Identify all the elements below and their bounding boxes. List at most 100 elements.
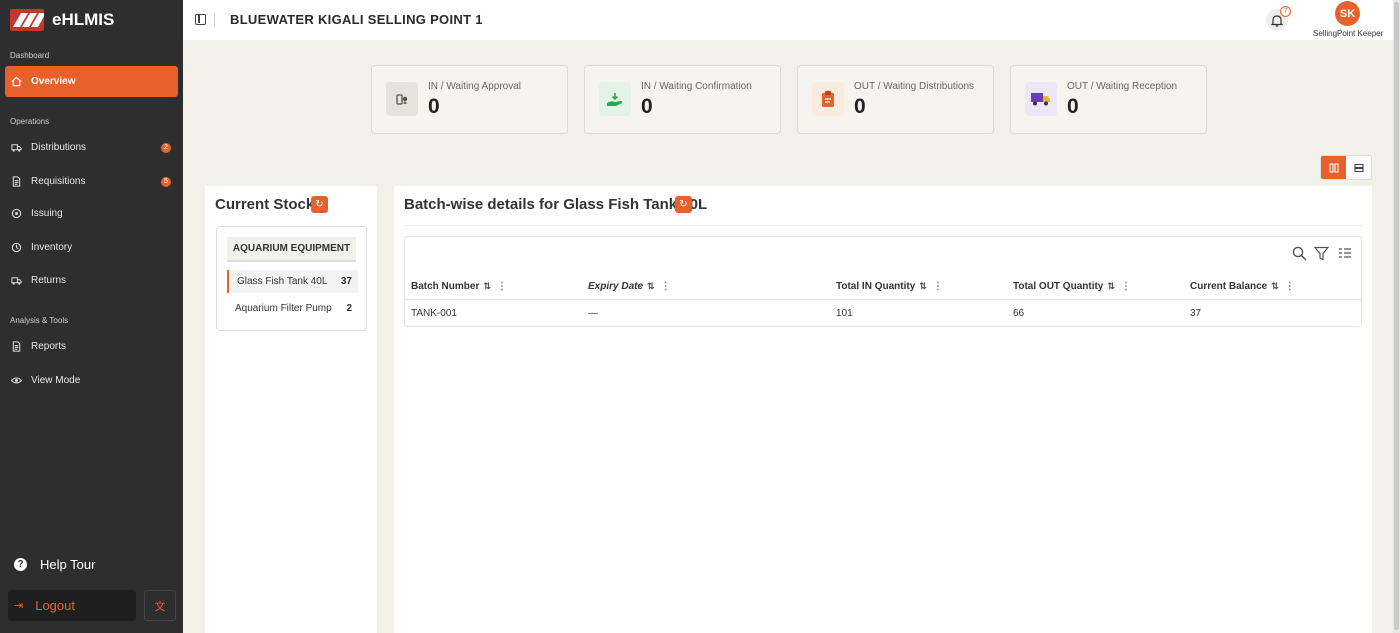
home-icon	[10, 75, 23, 88]
help-tour-button[interactable]: ? Help Tour	[14, 557, 95, 572]
sidebar-item-overview[interactable]: Overview	[5, 66, 178, 97]
sidebar-item-requisitions[interactable]: Requisitions 5	[5, 166, 178, 197]
stock-item-qty: 37	[340, 276, 352, 287]
current-stock-title: Current Stock	[215, 196, 315, 213]
batch-details-title: Batch-wise details for Glass Fish Tank 4…	[404, 196, 708, 213]
sidebar-toggle-icon[interactable]	[195, 14, 206, 25]
rows-view-button[interactable]	[1346, 156, 1371, 179]
approval-icon	[386, 82, 418, 116]
stat-value: 0	[1067, 95, 1079, 118]
sidebar-item-label: Inventory	[31, 242, 73, 253]
column-header-total-out[interactable]: Total OUT Quantity ⇅ ⋮	[1013, 281, 1131, 292]
eye-icon	[10, 374, 23, 387]
cell-current-balance: 37	[1190, 308, 1202, 319]
logo-mark-icon	[10, 9, 44, 31]
sidebar: eHLMIS Dashboard Overview Operations Dis…	[0, 0, 183, 633]
stock-item[interactable]: Aquarium Filter Pump 2	[227, 297, 358, 320]
page-scrollbar[interactable]	[1393, 0, 1400, 633]
help-icon: ?	[14, 558, 27, 571]
inventory-icon	[10, 241, 23, 254]
stat-label: IN / Waiting Approval	[428, 81, 522, 92]
category-tab-aquarium-equipment[interactable]: AQUARIUM EQUIPMENT	[227, 237, 356, 262]
section-label-analysis: Analysis & Tools	[10, 316, 69, 325]
sidebar-item-label: Requisitions	[31, 176, 86, 187]
sort-icon: ⇅	[919, 281, 927, 291]
stock-item-name: Glass Fish Tank 40L	[237, 276, 328, 287]
sidebar-item-label: Reports	[31, 341, 67, 352]
panel-divider	[404, 225, 1362, 226]
delivery-truck-icon	[1025, 82, 1057, 116]
column-header-batch-number[interactable]: Batch Number ⇅ ⋮	[411, 281, 507, 292]
stock-refresh-button[interactable]: ↻	[311, 196, 328, 213]
distributions-badge: 2	[161, 142, 171, 153]
section-label-operations: Operations	[10, 117, 50, 126]
sidebar-item-returns[interactable]: Returns	[5, 265, 178, 296]
stat-card-out-distributions[interactable]: OUT / Waiting Distributions 0	[797, 65, 994, 134]
sort-icon: ⇅	[1107, 281, 1115, 291]
sidebar-item-label: Distributions	[31, 142, 87, 153]
table-header-row: Batch Number ⇅ ⋮ Expiry Date ⇅ ⋮ Total IN Qu…	[405, 274, 1361, 300]
column-menu-icon: ⋮	[932, 281, 943, 292]
stock-item-qty: 2	[346, 303, 352, 314]
sidebar-item-reports[interactable]: Reports	[5, 331, 178, 362]
sidebar-item-label: Overview	[31, 76, 76, 87]
stat-card-in-confirmation[interactable]: IN / Waiting Confirmation 0	[584, 65, 781, 134]
stat-card-in-approval[interactable]: IN / Waiting Approval 0	[371, 65, 568, 134]
refresh-icon: ↻	[315, 199, 324, 210]
sidebar-item-label: Issuing	[31, 208, 63, 219]
rows-icon	[1353, 163, 1364, 172]
refresh-icon: ↻	[679, 199, 688, 210]
app-logo[interactable]: eHLMIS	[10, 9, 114, 31]
requisitions-badge: 5	[161, 176, 171, 187]
app-name: eHLMIS	[52, 10, 115, 29]
header-divider	[214, 13, 215, 27]
reports-icon	[10, 340, 23, 353]
column-header-current-balance[interactable]: Current Balance ⇅ ⋮	[1190, 281, 1295, 292]
sort-icon: ⇅	[483, 281, 491, 291]
document-icon	[10, 175, 23, 188]
column-menu-icon: ⋮	[1120, 281, 1131, 292]
cell-batch-number: TANK-001	[411, 308, 457, 319]
sidebar-item-inventory[interactable]: Inventory	[5, 232, 178, 263]
column-header-expiry-date[interactable]: Expiry Date ⇅ ⋮	[588, 281, 671, 292]
table-row[interactable]: TANK-001 — 101 66 37	[405, 301, 1361, 326]
avatar[interactable]: SK	[1335, 1, 1360, 26]
filter-icon[interactable]	[1313, 245, 1329, 261]
logout-icon: ⇥	[14, 600, 24, 612]
columns-view-button[interactable]	[1321, 156, 1346, 179]
sort-icon: ⇅	[647, 281, 655, 291]
issue-icon	[10, 207, 23, 220]
stat-card-out-reception[interactable]: OUT / Waiting Reception 0	[1010, 65, 1207, 134]
columns-icon	[1328, 162, 1339, 173]
logout-label: Logout	[35, 598, 75, 613]
batch-refresh-button[interactable]: ↻	[675, 196, 692, 213]
stat-value: 0	[641, 95, 653, 118]
notifications-badge: 7	[1280, 6, 1291, 17]
stat-value: 0	[428, 95, 440, 118]
column-menu-icon: ⋮	[660, 281, 671, 292]
column-menu-icon: ⋮	[1284, 281, 1295, 292]
column-header-total-in[interactable]: Total IN Quantity ⇅ ⋮	[836, 281, 943, 292]
user-role: SellingPoint Keeper	[1313, 29, 1384, 38]
logout-button[interactable]: ⇥ Logout	[8, 590, 136, 621]
column-menu-icon: ⋮	[496, 281, 507, 292]
truck-icon	[10, 141, 23, 154]
search-icon[interactable]	[1291, 245, 1307, 261]
view-toggle	[1320, 155, 1372, 180]
stock-item[interactable]: Glass Fish Tank 40L 37	[227, 270, 358, 293]
stock-item-name: Aquarium Filter Pump	[235, 303, 332, 314]
confirm-hand-icon	[599, 82, 631, 116]
sidebar-item-distributions[interactable]: Distributions 2	[5, 132, 178, 163]
sidebar-item-view-mode[interactable]: View Mode	[5, 365, 178, 396]
sidebar-item-issuing[interactable]: Issuing	[5, 198, 178, 229]
help-tour-label: Help Tour	[40, 557, 96, 572]
section-label-dashboard: Dashboard	[10, 51, 50, 60]
language-button[interactable]: 文	[144, 590, 176, 621]
column-settings-icon[interactable]	[1337, 245, 1353, 261]
batch-details-panel: Batch-wise details for Glass Fish Tank 4…	[394, 186, 1372, 633]
page-title: BLUEWATER KIGALI SELLING POINT 1	[230, 12, 483, 27]
clipboard-icon	[812, 82, 844, 116]
returns-icon	[10, 274, 23, 287]
top-header: BLUEWATER KIGALI SELLING POINT 1 7 SK Se…	[183, 0, 1393, 40]
batch-table: Batch Number ⇅ ⋮ Expiry Date ⇅ ⋮ Total IN Qu…	[404, 236, 1362, 327]
